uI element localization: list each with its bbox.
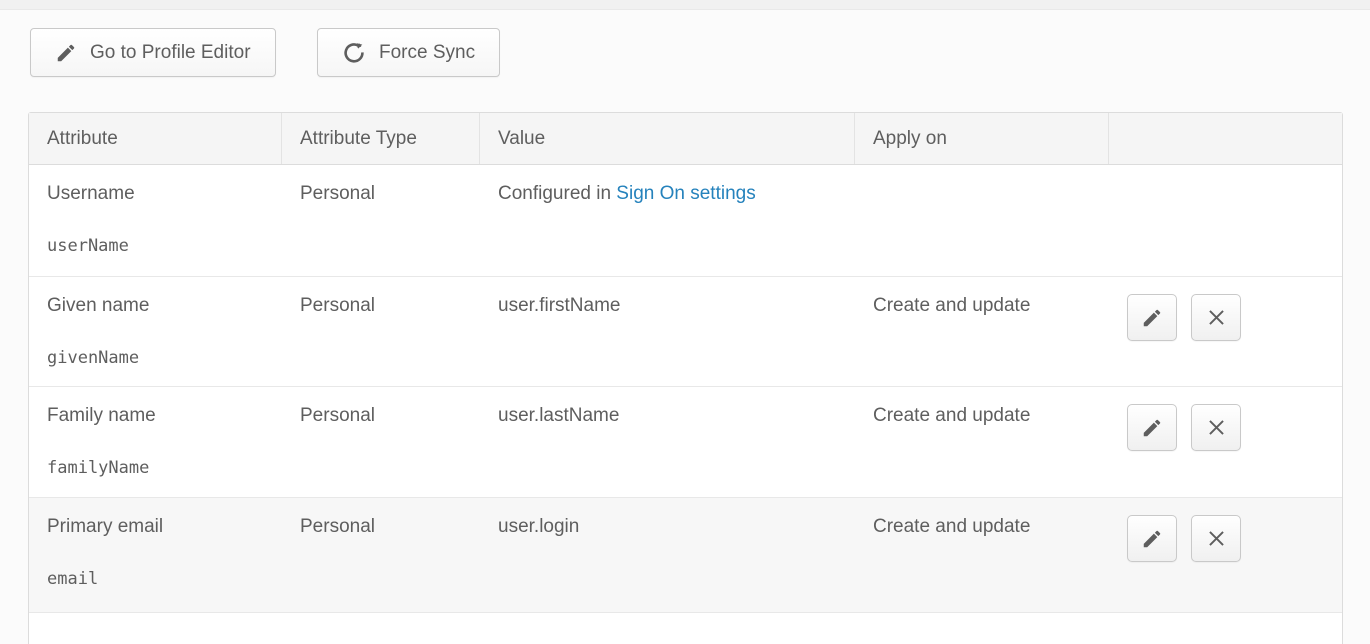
actions-cell [1109, 165, 1342, 276]
attribute-label: Given name [47, 295, 149, 316]
table-header-row: Attribute Attribute Type Value Apply on [29, 113, 1342, 165]
value-text: Configured in [498, 183, 616, 204]
force-sync-button[interactable]: Force Sync [317, 28, 500, 77]
apply-on-cell: Create and update [855, 277, 1109, 386]
attribute-variable-name: email [47, 569, 282, 589]
pencil-icon [1141, 528, 1163, 550]
go-to-profile-editor-button[interactable]: Go to Profile Editor [30, 28, 276, 77]
table-row-family-name: Family name familyName Personal user.las… [29, 387, 1342, 498]
attribute-type-cell: Personal [282, 498, 480, 612]
attribute-cell: Username userName [29, 165, 282, 276]
delete-attribute-button[interactable] [1191, 515, 1241, 562]
table-row-partial [29, 613, 1342, 644]
x-icon [1206, 417, 1227, 438]
apply-on-cell: Create and update [855, 387, 1109, 497]
actions-cell [1109, 387, 1342, 497]
edit-attribute-button[interactable] [1127, 404, 1177, 451]
table-row-primary-email: Primary email email Personal user.login … [29, 498, 1342, 613]
apply-on-cell [855, 165, 1109, 276]
header-apply-on: Apply on [855, 113, 1109, 164]
force-sync-label: Force Sync [379, 42, 475, 64]
attribute-cell: Primary email email [29, 498, 282, 612]
edit-attribute-button[interactable] [1127, 294, 1177, 341]
attribute-variable-name: familyName [47, 458, 282, 478]
table-row-username: Username userName Personal Configured in… [29, 165, 1342, 277]
header-value: Value [480, 113, 855, 164]
delete-attribute-button[interactable] [1191, 404, 1241, 451]
table-row-given-name: Given name givenName Personal user.first… [29, 277, 1342, 387]
attribute-type-cell: Personal [282, 387, 480, 497]
attribute-mappings-table: Attribute Attribute Type Value Apply on … [28, 112, 1343, 644]
header-attribute: Attribute [29, 113, 282, 164]
value-cell: user.firstName [480, 277, 855, 386]
attribute-label: Username [47, 183, 135, 204]
attribute-variable-name: userName [47, 236, 282, 256]
actions-cell [1109, 498, 1342, 612]
attribute-cell: Given name givenName [29, 277, 282, 386]
attribute-type-cell: Personal [282, 165, 480, 276]
actions-cell [1109, 277, 1342, 386]
attribute-type-cell: Personal [282, 277, 480, 386]
refresh-icon [342, 41, 366, 65]
x-icon [1206, 528, 1227, 549]
pencil-icon [1141, 307, 1163, 329]
go-to-profile-editor-label: Go to Profile Editor [90, 42, 251, 64]
apply-on-cell: Create and update [855, 498, 1109, 612]
sign-on-settings-link[interactable]: Sign On settings [616, 183, 755, 204]
attribute-label: Family name [47, 405, 156, 426]
x-icon [1206, 307, 1227, 328]
header-attribute-type: Attribute Type [282, 113, 480, 164]
attribute-label: Primary email [47, 516, 163, 537]
edit-attribute-button[interactable] [1127, 515, 1177, 562]
page-top-divider [0, 0, 1370, 10]
pencil-icon [1141, 417, 1163, 439]
value-cell: user.lastName [480, 387, 855, 497]
attribute-cell: Family name familyName [29, 387, 282, 497]
delete-attribute-button[interactable] [1191, 294, 1241, 341]
pencil-icon [55, 42, 77, 64]
attribute-mappings-page: Go to Profile Editor Force Sync Attribut… [0, 0, 1370, 644]
value-cell: user.login [480, 498, 855, 612]
attribute-variable-name: givenName [47, 348, 282, 368]
value-cell: Configured in Sign On settings [480, 165, 855, 276]
header-actions [1109, 113, 1342, 164]
